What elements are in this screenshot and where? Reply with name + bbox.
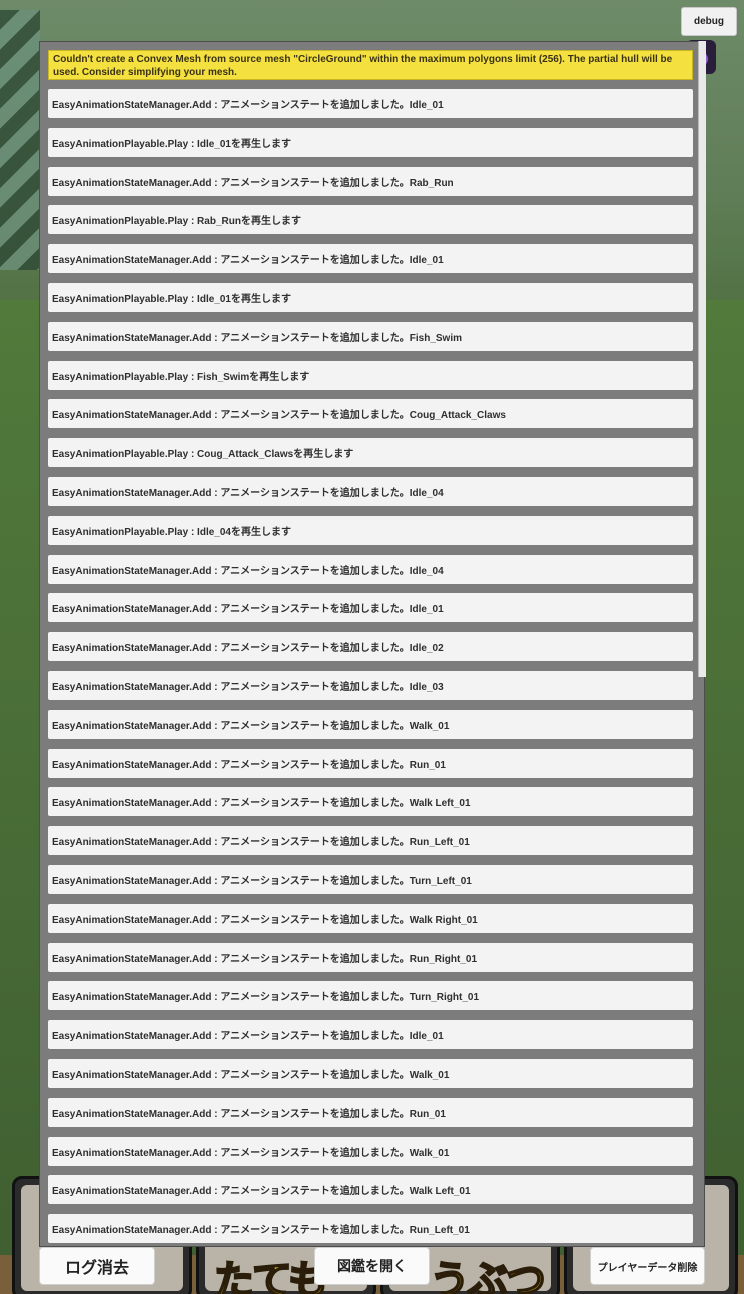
debug-console-panel: Couldn't create a Convex Mesh from sourc…: [39, 41, 705, 1247]
log-entry[interactable]: EasyAnimationStateManager.Add : アニメーションス…: [48, 903, 693, 933]
console-warning-message[interactable]: Couldn't create a Convex Mesh from sourc…: [48, 50, 693, 80]
log-entry[interactable]: EasyAnimationStateManager.Add : アニメーションス…: [48, 1214, 693, 1244]
log-entry[interactable]: EasyAnimationStateManager.Add : アニメーションス…: [48, 826, 693, 856]
hud-label-buildings: たても: [213, 1257, 329, 1294]
hud-label-animals: うぶつ: [429, 1257, 547, 1294]
log-entry[interactable]: EasyAnimationStateManager.Add : アニメーションス…: [48, 1097, 693, 1127]
log-entry[interactable]: EasyAnimationPlayable.Play : Idle_01を再生し…: [48, 127, 693, 157]
console-scrollbar[interactable]: [698, 41, 706, 677]
log-entry[interactable]: EasyAnimationStateManager.Add : アニメーションス…: [48, 1020, 693, 1050]
open-encyclopedia-button[interactable]: 図鑑を開く: [314, 1247, 430, 1285]
log-entry[interactable]: EasyAnimationStateManager.Add : アニメーションス…: [48, 865, 693, 894]
log-entry[interactable]: EasyAnimationStateManager.Add : アニメーションス…: [48, 632, 693, 662]
log-entry[interactable]: EasyAnimationStateManager.Add : アニメーションス…: [48, 554, 693, 584]
log-entry[interactable]: EasyAnimationStateManager.Add : アニメーションス…: [48, 399, 693, 429]
delete-player-data-button[interactable]: プレイヤーデータ削除: [590, 1247, 705, 1285]
log-entry[interactable]: EasyAnimationStateManager.Add : アニメーションス…: [48, 671, 693, 700]
log-entry[interactable]: EasyAnimationStateManager.Add : アニメーションス…: [48, 244, 693, 274]
log-entry[interactable]: EasyAnimationStateManager.Add : アニメーションス…: [48, 1136, 693, 1166]
log-entry[interactable]: EasyAnimationStateManager.Add : アニメーションス…: [48, 593, 693, 623]
log-entry[interactable]: EasyAnimationPlayable.Play : Coug_Attack…: [48, 438, 693, 468]
log-entry[interactable]: EasyAnimationStateManager.Add : アニメーションス…: [48, 1059, 693, 1088]
log-entry[interactable]: EasyAnimationPlayable.Play : Fish_Swimを再…: [48, 360, 693, 390]
log-entry[interactable]: EasyAnimationPlayable.Play : Idle_01を再生し…: [48, 283, 693, 312]
log-entry[interactable]: EasyAnimationPlayable.Play : Idle_04を再生し…: [48, 515, 693, 545]
log-entry[interactable]: EasyAnimationStateManager.Add : アニメーションス…: [48, 89, 693, 118]
log-entry[interactable]: EasyAnimationPlayable.Play : Rab_Runを再生し…: [48, 205, 693, 235]
background-striped-object: [0, 10, 40, 270]
log-entry[interactable]: EasyAnimationStateManager.Add : アニメーションス…: [48, 709, 693, 739]
log-entry[interactable]: EasyAnimationStateManager.Add : アニメーションス…: [48, 981, 693, 1011]
log-entry[interactable]: EasyAnimationStateManager.Add : アニメーションス…: [48, 166, 693, 196]
log-entry[interactable]: EasyAnimationStateManager.Add : アニメーションス…: [48, 477, 693, 506]
debug-button[interactable]: debug: [681, 7, 737, 36]
log-entry[interactable]: EasyAnimationStateManager.Add : アニメーションス…: [48, 942, 693, 972]
log-entry[interactable]: EasyAnimationStateManager.Add : アニメーションス…: [48, 1175, 693, 1205]
log-entry[interactable]: EasyAnimationStateManager.Add : アニメーションス…: [48, 321, 693, 351]
log-entry[interactable]: EasyAnimationStateManager.Add : アニメーションス…: [48, 787, 693, 817]
log-entry[interactable]: EasyAnimationStateManager.Add : アニメーションス…: [48, 748, 693, 778]
clear-log-button[interactable]: ログ消去: [39, 1247, 155, 1285]
